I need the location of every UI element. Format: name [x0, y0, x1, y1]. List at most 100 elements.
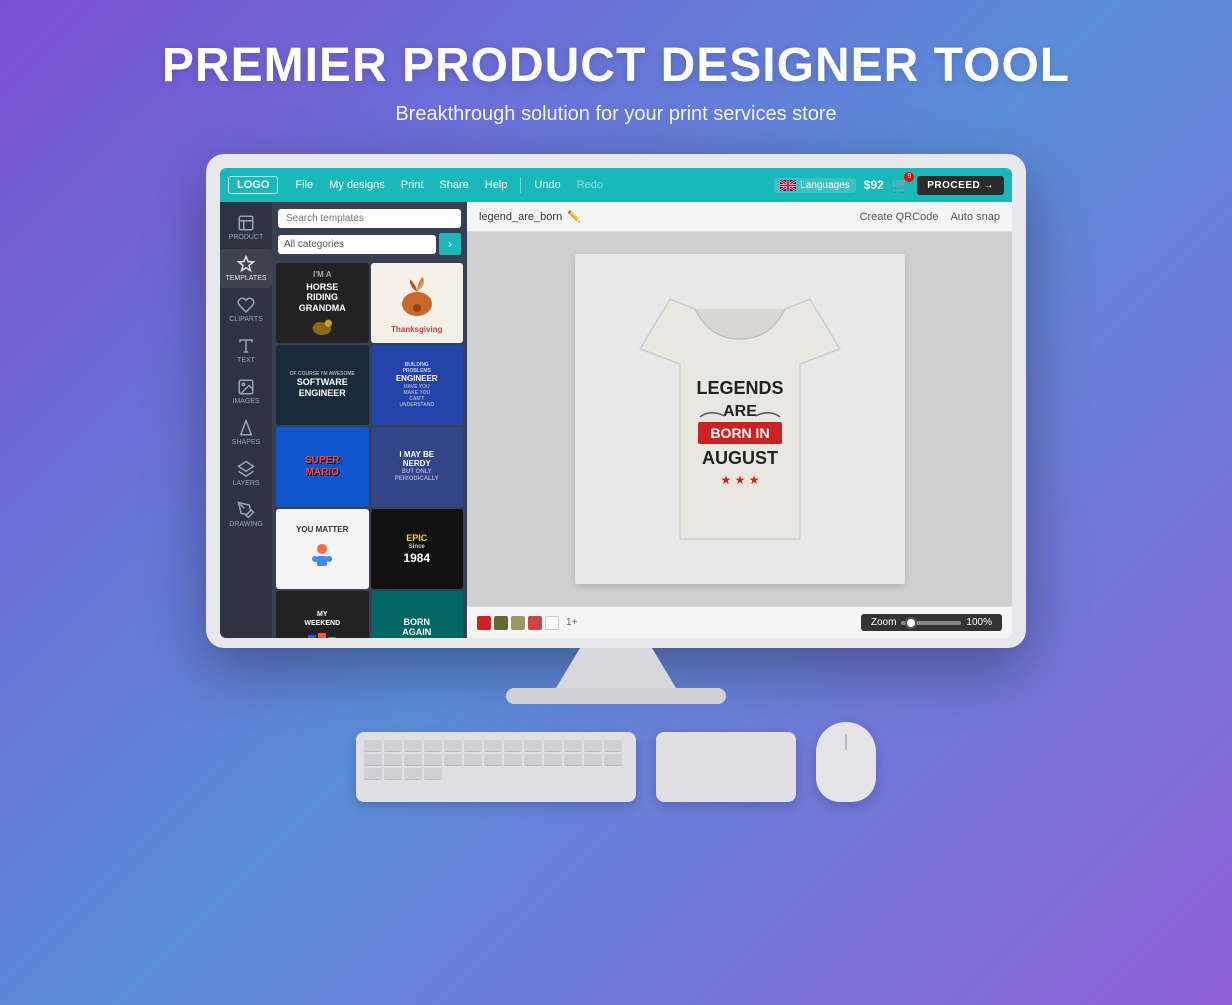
sidebar-label-images: IMAGES — [232, 398, 259, 405]
key — [464, 754, 482, 766]
template-horse[interactable]: I'M A HORSERIDINGGRANDMA — [276, 263, 369, 343]
canvas-main: LEGENDS ARE BORN IN AUGUST — [467, 232, 1012, 606]
key — [584, 740, 602, 752]
sidebar-label-text: TEXT — [237, 357, 255, 364]
category-arrow-button[interactable]: › — [439, 233, 461, 255]
template-you-matter[interactable]: YOU MATTER — [276, 509, 369, 589]
template-my-weekend[interactable]: MYWEEKEND — [276, 591, 369, 638]
template-epic-1984[interactable]: EPIC Since 1984 — [371, 509, 464, 589]
text-icon — [237, 337, 255, 355]
swatch-khaki[interactable] — [511, 616, 525, 630]
numpad — [656, 732, 796, 802]
divider — [520, 177, 521, 193]
sidebar-item-shapes[interactable]: SHAPES — [220, 413, 272, 452]
zoom-thumb[interactable] — [905, 617, 917, 629]
canvas-area: legend_are_born ✏️ Create QRCode Auto sn… — [467, 202, 1012, 638]
template-nerdy[interactable]: I MAY BENERDY BUT ONLYPERIODICALLY — [371, 427, 464, 507]
canvas-surface[interactable]: LEGENDS ARE BORN IN AUGUST — [575, 254, 905, 584]
menu-share[interactable]: Share — [432, 177, 475, 193]
keyboard-keys — [356, 732, 636, 788]
undo-button[interactable]: Undo — [527, 177, 567, 193]
templates-grid: I'M A HORSERIDINGGRANDMA — [272, 261, 467, 638]
key — [444, 754, 462, 766]
zoom-control[interactable]: Zoom 100% — [861, 614, 1002, 631]
proceed-button[interactable]: PROCEED → — [917, 176, 1004, 195]
auto-snap-button[interactable]: Auto snap — [950, 211, 1000, 223]
mouse — [816, 722, 876, 802]
menu-my-designs[interactable]: My designs — [322, 177, 392, 193]
edit-filename-icon[interactable]: ✏️ — [567, 210, 581, 223]
logo[interactable]: LOGO — [228, 176, 278, 194]
templates-panel: All categories › I'M A HORSERIDINGGRANDM… — [272, 202, 467, 638]
cart-button[interactable]: 🛒 9 — [892, 177, 909, 194]
sidebar-item-text[interactable]: TEXT — [220, 331, 272, 370]
swatch-olive[interactable] — [494, 616, 508, 630]
category-row: All categories › — [272, 233, 467, 261]
price-display: $92 — [864, 178, 884, 192]
key — [544, 754, 562, 766]
template-software-engineer[interactable]: OF COURSE I'M AWESOME SOFTWAREENGINEER — [276, 345, 369, 425]
key — [424, 754, 442, 766]
key — [564, 740, 582, 752]
svg-text:ARE: ARE — [723, 403, 757, 420]
star-icon — [237, 255, 255, 273]
menu-help[interactable]: Help — [478, 177, 515, 193]
sidebar-item-cliparts[interactable]: CLIPARTS — [220, 290, 272, 329]
sidebar-icons: PRODUCT TEMPLATES CLIPARTS — [220, 202, 272, 638]
canvas-topbar: legend_are_born ✏️ Create QRCode Auto sn… — [467, 202, 1012, 232]
canvas-filename: legend_are_born ✏️ — [479, 210, 581, 223]
template-engineer-problems[interactable]: BUILDINGPROBLEMS ENGINEER HAVE YOUMAKE Y… — [371, 345, 464, 425]
key — [384, 740, 402, 752]
key — [604, 754, 622, 766]
box-icon — [237, 214, 255, 232]
shapes-icon — [237, 419, 255, 437]
key — [424, 740, 442, 752]
filename-text: legend_are_born — [479, 211, 562, 223]
key — [604, 740, 622, 752]
sidebar-label-layers: LAYERS — [232, 480, 259, 487]
key — [404, 740, 422, 752]
zoom-slider[interactable] — [901, 621, 961, 625]
key — [584, 754, 602, 766]
flag-icon — [780, 180, 796, 191]
monitor: LOGO File My designs Print Share Help Un… — [166, 154, 1066, 802]
sidebar-item-product[interactable]: PRODUCT — [220, 208, 272, 247]
swatch-white[interactable] — [545, 616, 559, 630]
sidebar-item-images[interactable]: IMAGES — [220, 372, 272, 411]
sidebar-item-templates[interactable]: TEMPLATES — [220, 249, 272, 288]
key — [444, 740, 462, 752]
key — [524, 740, 542, 752]
key — [384, 768, 402, 780]
svg-text:AUGUST: AUGUST — [702, 448, 778, 468]
layers-icon — [237, 460, 255, 478]
image-icon — [237, 378, 255, 396]
template-born-again[interactable]: BORNAGAIN CHRISTIAN — [371, 591, 464, 638]
monitor-screen: LOGO File My designs Print Share Help Un… — [220, 168, 1012, 638]
key — [544, 740, 562, 752]
search-input[interactable] — [278, 209, 461, 228]
sidebar-item-drawing[interactable]: DRAWING — [220, 495, 272, 534]
swatch-red[interactable] — [477, 616, 491, 630]
sidebar-label-shapes: SHAPES — [232, 439, 260, 446]
key — [524, 754, 542, 766]
key — [364, 740, 382, 752]
language-label: Languages — [800, 180, 850, 191]
create-qrcode-button[interactable]: Create QRCode — [860, 211, 939, 223]
menu-file[interactable]: File — [288, 177, 320, 193]
language-selector[interactable]: Languages — [774, 178, 856, 193]
key — [364, 754, 382, 766]
menu-print[interactable]: Print — [394, 177, 431, 193]
sidebar-item-layers[interactable]: LAYERS — [220, 454, 272, 493]
category-select[interactable]: All categories — [278, 235, 436, 254]
monitor-body: LOGO File My designs Print Share Help Un… — [206, 154, 1026, 648]
hero-title: PREMIER PRODUCT DESIGNER TOOL — [162, 38, 1070, 93]
sidebar-label-cliparts: CLIPARTS — [229, 316, 263, 323]
template-thanksgiving[interactable]: Thanksgiving — [371, 263, 464, 343]
key — [464, 740, 482, 752]
redo-button[interactable]: Redo — [570, 177, 610, 193]
template-super-mario[interactable]: SUPERMARIO — [276, 427, 369, 507]
key — [504, 740, 522, 752]
key — [404, 768, 422, 780]
swatch-coral[interactable] — [528, 616, 542, 630]
monitor-stand — [556, 648, 676, 688]
